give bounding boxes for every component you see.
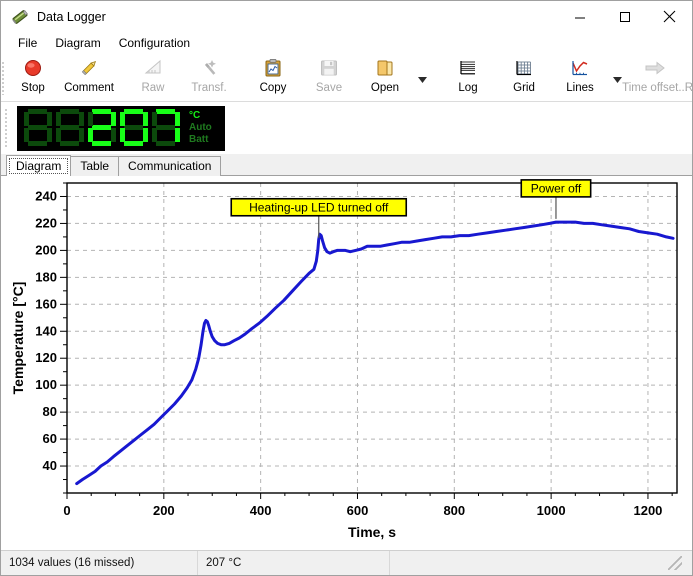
toolbar-button-log[interactable]: Log (440, 54, 496, 101)
tab-diagram[interactable]: Diagram (6, 155, 72, 177)
maximize-button[interactable] (602, 1, 647, 32)
led-auto-label: Auto (189, 122, 212, 133)
status-values: 1034 values (16 missed) (9, 557, 135, 569)
tab-communication[interactable]: Communication (118, 156, 222, 176)
led-digit-4 (119, 108, 149, 148)
menu-file[interactable]: File (9, 34, 46, 52)
toolbar-button-grid[interactable]: Grid (496, 54, 552, 101)
toolbar-label-raw: Raw (141, 82, 165, 94)
arrow-right-icon (642, 56, 668, 80)
toolbar-button-copy[interactable]: Copy (245, 54, 301, 101)
resize-grip-icon[interactable] (668, 556, 682, 570)
svg-text:180: 180 (35, 269, 57, 284)
led-unit-label: °C (189, 110, 201, 121)
window-title: Data Logger (37, 9, 106, 24)
tab-diagram-label: Diagram (16, 159, 62, 173)
toolbar-label-log: Log (458, 82, 478, 94)
toolbar: Stop Comment Raw Transf. Copy Save Open … (1, 54, 693, 102)
lines-chart-icon (569, 56, 591, 80)
toolbar-label-comment: Comment (64, 82, 114, 94)
svg-text:1000: 1000 (537, 503, 566, 518)
svg-text:200: 200 (35, 242, 57, 257)
app-icon (10, 7, 30, 27)
tab-table-label: Table (80, 159, 110, 173)
menu-diagram[interactable]: Diagram (46, 34, 109, 52)
svg-text:600: 600 (347, 503, 369, 518)
svg-text:160: 160 (35, 296, 57, 311)
status-extra (389, 551, 692, 575)
toolbar-label-open: Open (370, 82, 400, 94)
toolbar-label-grid: Grid (513, 82, 535, 94)
svg-text:220: 220 (35, 215, 57, 230)
svg-text:120: 120 (35, 350, 57, 365)
folder-icon (374, 56, 396, 80)
toolbar-button-transform[interactable]: Transf. (181, 54, 237, 101)
toolbar-button-comment[interactable]: Comment (61, 54, 117, 101)
toolbar-label-stop: Stop (21, 82, 45, 94)
title-bar: Data Logger (1, 1, 692, 32)
svg-text:240: 240 (35, 188, 57, 203)
svg-text:400: 400 (250, 503, 272, 518)
log-lines-icon (457, 56, 479, 80)
toolbar-label-save: Save (315, 82, 343, 94)
toolbar-button-lines[interactable]: Lines (552, 54, 608, 101)
led-digits (23, 108, 181, 148)
svg-text:100: 100 (35, 377, 57, 392)
window-controls (557, 1, 692, 32)
tab-communication-label: Communication (128, 159, 212, 173)
svg-text:60: 60 (43, 431, 57, 446)
data-logger-window: Data Logger File Diagram Configuration S… (0, 0, 693, 576)
led-display-row: °C Auto Batt (1, 102, 692, 154)
svg-text:Time, s: Time, s (348, 524, 396, 540)
toolbar-button-time-offset[interactable]: Time offset... (622, 54, 688, 101)
status-bar: 1034 values (16 missed) 207 °C (1, 550, 692, 575)
led-digit-2 (55, 108, 85, 148)
toolbar-label-lines: Lines (566, 82, 594, 94)
toolbar-label-remove: Remove... (684, 82, 693, 94)
toolbar-button-stop[interactable]: Stop (5, 54, 61, 101)
led-digit-5 (151, 108, 181, 148)
svg-text:1200: 1200 (633, 503, 662, 518)
svg-text:Heating-up LED turned off: Heating-up LED turned off (249, 200, 389, 214)
close-button[interactable] (647, 1, 692, 32)
svg-text:80: 80 (43, 404, 57, 419)
led-batt-label: Batt (189, 134, 209, 145)
led-digit-1 (23, 108, 53, 148)
magic-wand-icon (198, 56, 220, 80)
svg-text:140: 140 (35, 323, 57, 338)
svg-text:800: 800 (443, 503, 465, 518)
tab-strip: Diagram Table Communication (1, 154, 692, 177)
menu-configuration[interactable]: Configuration (110, 34, 199, 52)
svg-text:Power off: Power off (531, 181, 582, 195)
led-digit-3 (87, 108, 117, 148)
svg-text:40: 40 (43, 458, 57, 473)
stop-circle-icon (22, 56, 44, 80)
svg-text:Temperature [°C]: Temperature [°C] (10, 282, 26, 395)
toolbar-label-transform: Transf. (191, 82, 227, 94)
clipboard-icon (262, 56, 284, 80)
svg-text:200: 200 (153, 503, 175, 518)
open-dropdown-caret[interactable] (413, 58, 432, 101)
minimize-button[interactable] (557, 1, 602, 32)
status-reading: 207 °C (197, 551, 389, 575)
led-side-labels: °C Auto Batt (189, 110, 212, 146)
ruler-icon (142, 56, 164, 80)
grid-icon (513, 56, 535, 80)
toolbar-button-save[interactable]: Save (301, 54, 357, 101)
svg-text:0: 0 (63, 503, 70, 518)
pencil-icon (78, 56, 100, 80)
toolbar-button-raw[interactable]: Raw (125, 54, 181, 101)
menu-bar: File Diagram Configuration (1, 32, 692, 54)
led-display-panel: °C Auto Batt (17, 105, 225, 151)
toolbar-label-time-offset: Time offset... (622, 82, 688, 94)
led-panel-grip[interactable] (1, 102, 11, 154)
toolbar-button-remove[interactable]: Remove... (683, 54, 693, 101)
tab-table[interactable]: Table (70, 156, 120, 176)
diagram-pane: 40 60 80 100 120 140 160 180 200 220 240 0 200 400 600… (1, 176, 692, 550)
temperature-chart[interactable]: 40 60 80 100 120 140 160 180 200 220 240 0 200 400 600… (1, 177, 692, 547)
floppy-disk-icon (318, 56, 340, 80)
toolbar-button-open[interactable]: Open (357, 54, 413, 101)
toolbar-label-copy: Copy (259, 82, 287, 94)
